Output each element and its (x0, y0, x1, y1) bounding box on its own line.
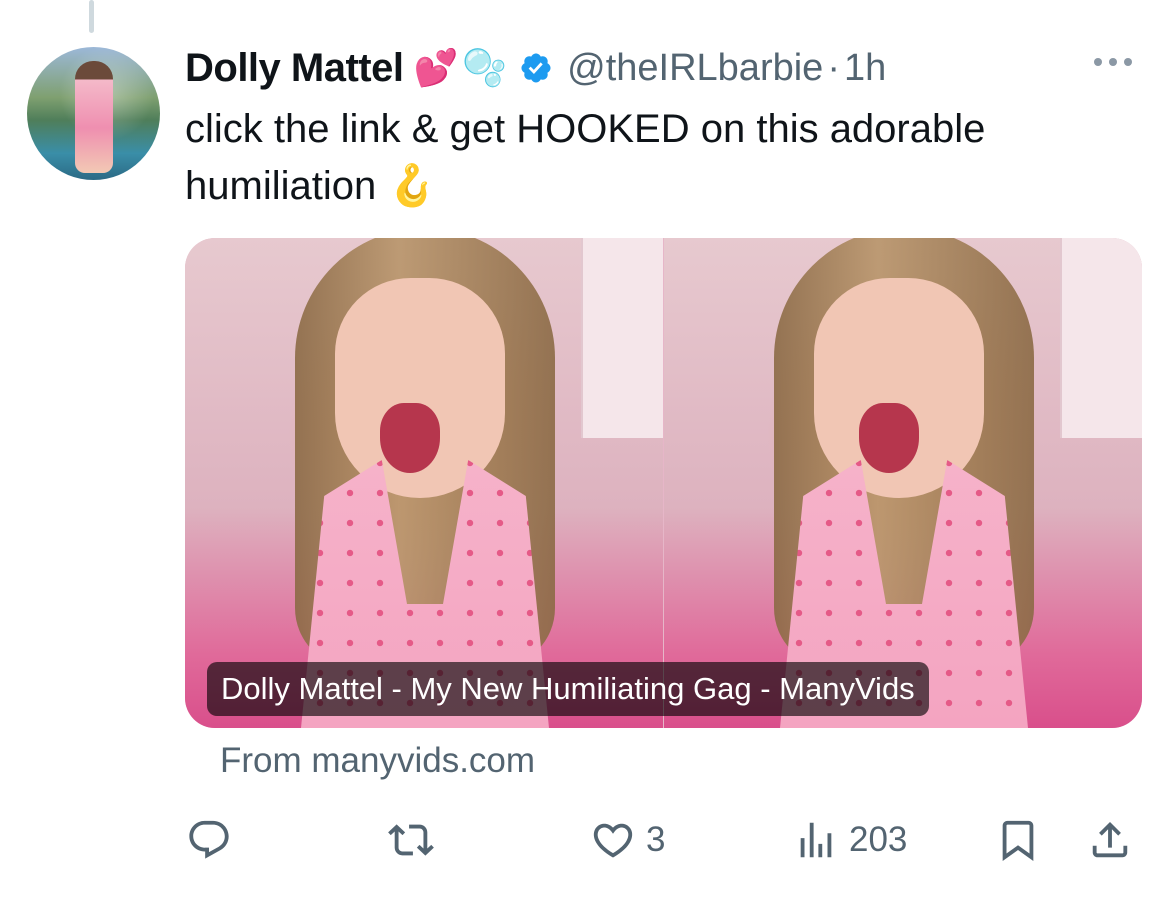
avatar-figure (75, 61, 113, 173)
tweet-header: Dolly Mattel 💕 🫧 @theIRLbarbie · 1h (185, 40, 886, 96)
more-options-icon[interactable] (1094, 58, 1132, 66)
bookmark-icon (1002, 820, 1034, 861)
avatar[interactable] (27, 47, 160, 180)
tweet-page: Dolly Mattel 💕 🫧 @theIRLbarbie · 1h clic… (0, 0, 1170, 897)
timestamp[interactable]: 1h (844, 47, 886, 90)
reply-icon (189, 820, 229, 859)
tweet-body: click the link & get HOOKED on this ador… (185, 107, 986, 208)
photo-poster (1060, 238, 1142, 438)
retweet-button[interactable] (388, 810, 434, 870)
link-card-media[interactable] (185, 238, 1142, 728)
separator-dot: · (827, 46, 840, 89)
card-photo-left (185, 238, 663, 728)
views-icon (800, 822, 832, 858)
views-count: 203 (849, 820, 908, 859)
tweet-actions-bar: 3 203 (0, 810, 1170, 870)
hook-emoji: 🪝 (387, 164, 438, 208)
views-button[interactable]: 203 (793, 810, 907, 870)
bubbles-emoji: 🫧 (462, 47, 508, 88)
user-handle[interactable]: @theIRLbarbie (567, 47, 823, 90)
share-button[interactable] (1087, 810, 1133, 870)
thread-connector-line (89, 0, 94, 33)
reply-button[interactable] (186, 810, 232, 870)
photo-mouth (859, 403, 919, 473)
more-dot (1094, 58, 1102, 66)
card-domain[interactable]: From manyvids.com (220, 741, 535, 781)
like-count: 3 (646, 820, 666, 859)
share-icon (1092, 821, 1128, 858)
more-dot (1124, 58, 1132, 66)
photo-mouth (380, 403, 440, 473)
like-button[interactable]: 3 (590, 810, 665, 870)
like-icon (593, 823, 633, 858)
photo-poster (581, 238, 663, 438)
heart-emoji: 💕 (413, 47, 459, 88)
bookmark-button[interactable] (995, 810, 1041, 870)
more-dot (1109, 58, 1117, 66)
display-name[interactable]: Dolly Mattel (185, 46, 404, 91)
card-photo-right (664, 238, 1142, 728)
tweet-text: click the link & get HOOKED on this ador… (185, 101, 1145, 215)
verified-badge-icon[interactable] (519, 51, 553, 85)
card-title[interactable]: Dolly Mattel - My New Humiliating Gag - … (207, 662, 929, 716)
retweet-icon (388, 824, 434, 856)
